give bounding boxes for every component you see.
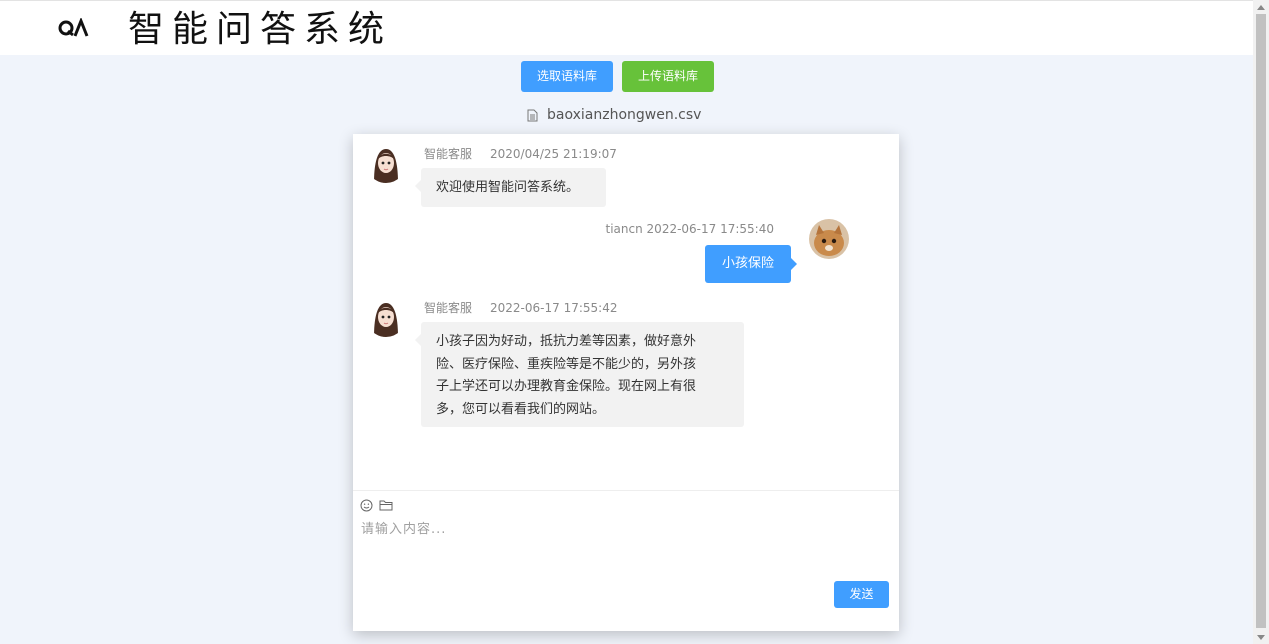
sender-name: 智能客服 [424, 301, 473, 315]
message-meta: tiancn 2022-06-17 17:55:40 [606, 222, 774, 236]
message-line: 险、医疗保险、重疾险等是不能少的，另外孩 [436, 356, 697, 372]
scroll-down-arrow-icon[interactable] [1253, 630, 1269, 644]
composer-divider [353, 490, 899, 491]
message-bubble: 欢迎使用智能问答系统。 [415, 168, 606, 207]
message-input[interactable] [361, 518, 889, 578]
message-meta: 智能客服 2022-06-17 17:55:42 [424, 299, 617, 316]
message-time: 2022-06-17 17:55:42 [490, 301, 618, 315]
message-text: 小孩保险 [721, 256, 774, 271]
user-avatar [809, 219, 849, 259]
selected-file[interactable]: baoxianzhongwen.csv [527, 106, 701, 124]
message-line: 小孩子因为好动，抵抗力差等因素，做好意外 [436, 334, 697, 349]
file-name: baoxianzhongwen.csv [547, 107, 702, 123]
sender-name: tiancn [605, 222, 643, 236]
scroll-up-arrow-icon[interactable] [1253, 0, 1269, 14]
message-time: 2020/04/25 21:19:07 [490, 147, 617, 161]
folder-icon[interactable] [379, 499, 393, 511]
message-bubble: 小孩保险 [705, 245, 797, 283]
smiley-icon[interactable] [360, 499, 373, 512]
document-icon [527, 109, 538, 121]
bot-avatar [366, 143, 406, 183]
scroll-thumb[interactable] [1256, 14, 1266, 628]
chat-panel: 智能客服 2020/04/25 21:19:07 欢迎使用智能问答系统。 tian… [353, 134, 899, 631]
qa-logo-icon [58, 18, 89, 37]
app-header: 智能问答系统 [0, 0, 1253, 55]
upload-corpus-button[interactable]: 上传语料库 [622, 61, 714, 92]
select-corpus-button[interactable]: 选取语料库 [521, 61, 613, 92]
bot-avatar [366, 297, 406, 337]
message-time: 2022-06-17 17:55:40 [646, 222, 774, 236]
composer-tools [360, 499, 393, 512]
page-title: 智能问答系统 [128, 9, 393, 50]
message-line: 多，您可以看看我们的网站。 [436, 401, 606, 417]
send-button[interactable]: 发送 [834, 581, 889, 608]
page-scrollbar[interactable] [1253, 0, 1269, 644]
message-line: 子上学还可以办理教育金保险。现在网上有很 [436, 379, 697, 394]
message-text: 欢迎使用智能问答系统。 [436, 180, 580, 195]
sender-name: 智能客服 [424, 147, 473, 161]
message-bubble: 小孩子因为好动，抵抗力差等因素，做好意外 险、医疗保险、重疾险等是不能少的，另外… [415, 322, 744, 427]
message-meta: 智能客服 2020/04/25 21:19:07 [424, 145, 617, 162]
